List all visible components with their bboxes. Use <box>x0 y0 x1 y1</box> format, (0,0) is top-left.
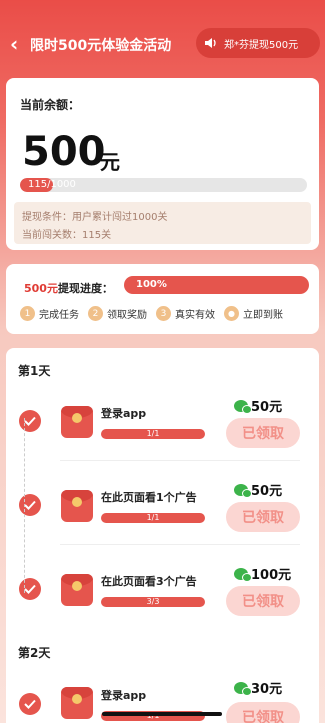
task-list-card: 第1天 登录app 1/1 50元 已领取 在此页面看1个广告 1/1 50元 … <box>6 348 319 723</box>
task-name: 在此页面看1个广告 <box>101 491 197 504</box>
withdraw-progress-card: 500元提现进度： 100% 1 完成任务 2 领取奖励 3 真实有效 ● 立即… <box>6 264 319 334</box>
withdraw-progress-percent: 100% <box>136 279 167 290</box>
claimed-button[interactable]: 已领取 <box>226 586 300 616</box>
condition-box: 提现条件：用户累计闯过1000关 当前闯关数：115关 <box>14 202 311 244</box>
step-instant-payout: ● 立即到账 <box>224 306 283 321</box>
balance-progress-bar: 115/1000 <box>20 178 307 192</box>
claimed-button[interactable]: 已领取 <box>226 702 300 723</box>
day-label: 第1天 <box>18 364 51 378</box>
check-icon <box>19 494 41 516</box>
day-label: 第2天 <box>18 646 51 660</box>
reward-amount: 50元 <box>251 400 283 415</box>
divider <box>60 544 300 545</box>
red-packet-icon <box>61 687 93 719</box>
divider <box>60 460 300 461</box>
task-progress-text: 1/1 <box>146 513 160 522</box>
page-title: 限时500元体验金活动 <box>30 38 172 54</box>
step-label: 真实有效 <box>175 310 215 321</box>
task-progress-bar: 1/1 <box>101 429 205 439</box>
wechat-icon <box>234 399 252 414</box>
back-arrow-icon[interactable]: ‹ <box>10 34 28 54</box>
task-progress-text: 3/3 <box>146 597 160 606</box>
task-reward: 100元 <box>234 564 291 583</box>
reward-amount: 100元 <box>251 568 292 583</box>
step-real-valid: 3 真实有效 <box>156 306 215 321</box>
claimed-button[interactable]: 已领取 <box>226 418 300 448</box>
home-indicator <box>102 712 222 716</box>
task-name: 在此页面看3个广告 <box>101 575 197 588</box>
claimed-button[interactable]: 已领取 <box>226 502 300 532</box>
step-claim-reward: 2 领取奖励 <box>88 306 147 321</box>
task-reward: 30元 <box>234 678 282 697</box>
red-packet-icon <box>61 406 93 438</box>
chat-bubble-icon: ● <box>224 306 239 321</box>
task-progress-bar: 3/3 <box>101 597 205 607</box>
balance-amount: 500 <box>22 129 106 175</box>
step-number: 3 <box>156 306 171 321</box>
notice-text: 郑*芬提现500元 <box>224 39 299 51</box>
task-reward: 50元 <box>234 480 282 499</box>
withdraw-amount: 500元 <box>24 282 58 295</box>
step-label: 领取奖励 <box>107 310 147 321</box>
task-reward: 50元 <box>234 396 282 415</box>
step-complete-task: 1 完成任务 <box>20 306 79 321</box>
balance-card: 当前余额： 500 元 115/1000 提现条件：用户累计闯过1000关 当前… <box>6 78 319 250</box>
wechat-icon <box>234 681 252 696</box>
balance-progress-text: 115/1000 <box>28 179 76 190</box>
speaker-icon <box>205 38 216 48</box>
timeline-line <box>24 418 25 593</box>
balance-unit: 元 <box>100 150 120 174</box>
step-label: 立即到账 <box>243 310 283 321</box>
check-icon <box>19 578 41 600</box>
balance-label: 当前余额： <box>20 98 81 112</box>
withdraw-condition: 提现条件：用户累计闯过1000关 <box>22 212 168 223</box>
withdraw-notice-pill: 郑*芬提现500元 <box>196 28 320 58</box>
red-packet-icon <box>61 490 93 522</box>
check-icon <box>19 410 41 432</box>
withdraw-progress-bar: 100% <box>124 276 309 294</box>
task-name: 登录app <box>101 407 147 420</box>
task-progress-bar: 1/1 <box>101 513 205 523</box>
step-label: 完成任务 <box>39 310 79 321</box>
process-steps: 1 完成任务 2 领取奖励 3 真实有效 ● 立即到账 <box>20 306 292 321</box>
wechat-icon <box>234 483 252 498</box>
step-number: 2 <box>88 306 103 321</box>
step-number: 1 <box>20 306 35 321</box>
check-icon <box>19 693 41 715</box>
reward-amount: 50元 <box>251 484 283 499</box>
task-name: 登录app <box>101 689 147 702</box>
current-level-count: 当前闯关数：115关 <box>22 230 112 241</box>
task-progress-text: 1/1 <box>146 429 160 438</box>
reward-amount: 30元 <box>251 682 283 697</box>
header-bar: ‹ 限时500元体验金活动 郑*芬提现500元 <box>0 26 325 62</box>
red-packet-icon <box>61 574 93 606</box>
withdraw-progress-label: 500元提现进度： <box>24 280 113 296</box>
withdraw-progress-text: 提现进度： <box>57 282 113 295</box>
wechat-icon <box>234 567 252 582</box>
